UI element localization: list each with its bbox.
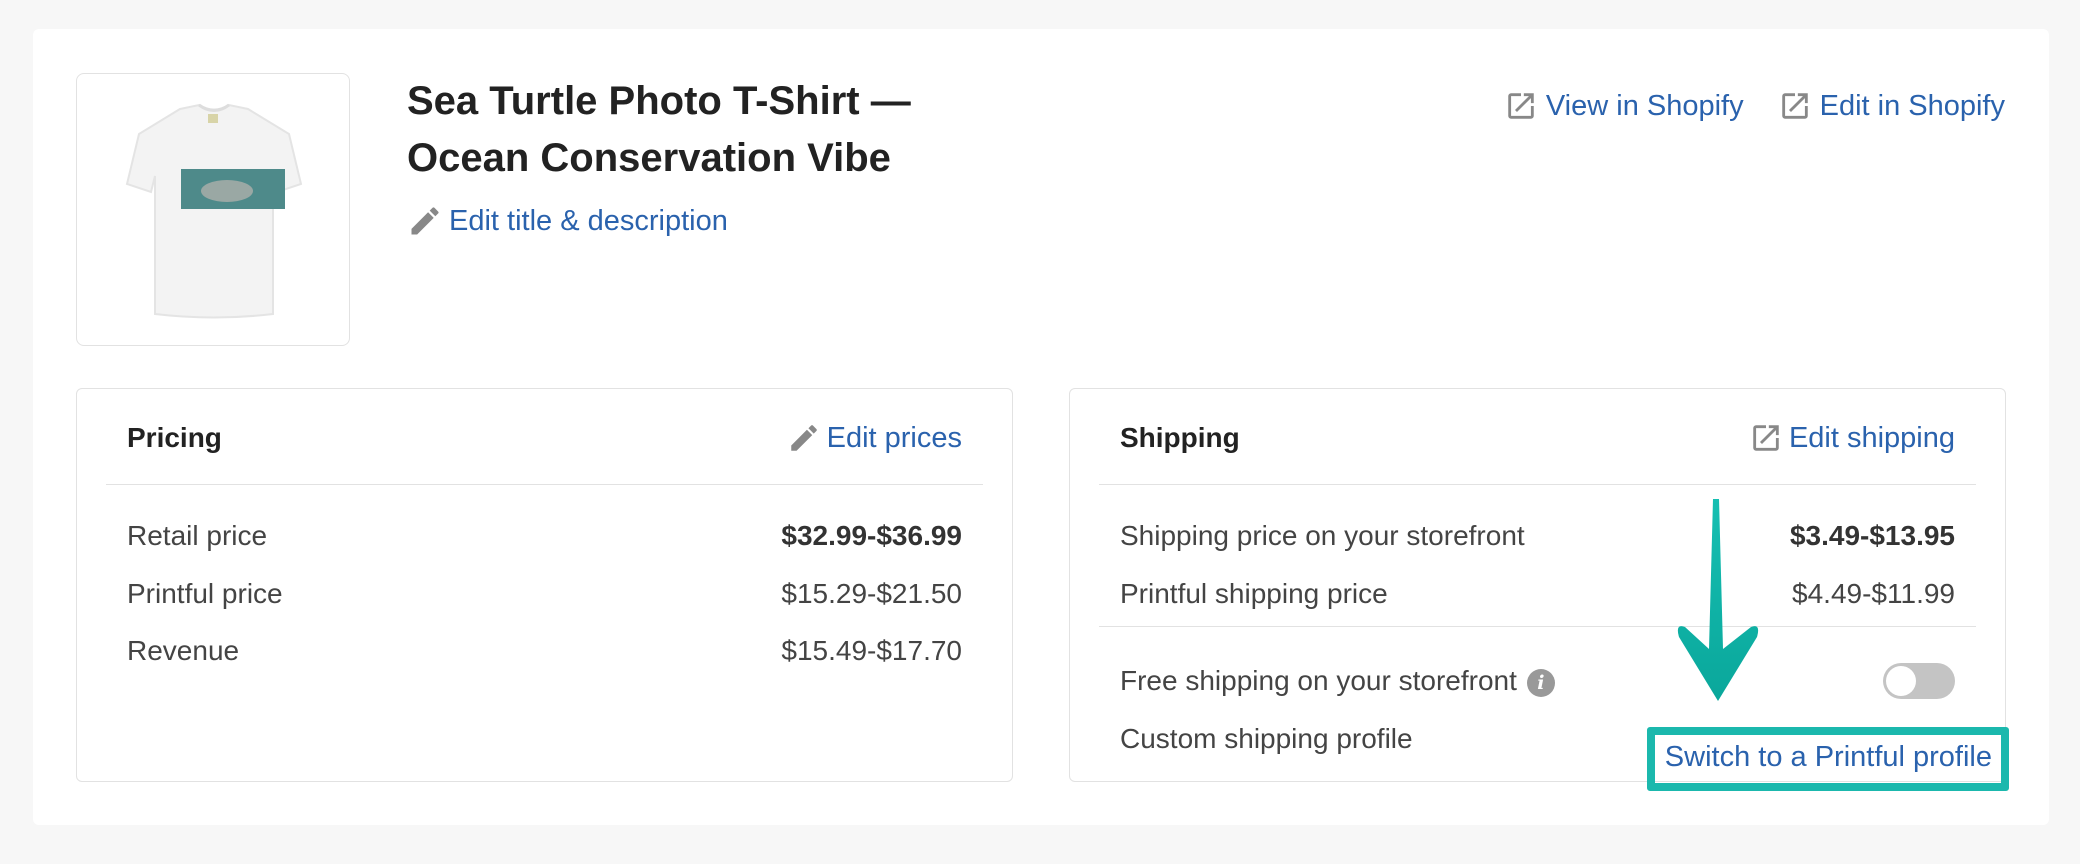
- printful-price-value: $15.29-$21.50: [781, 578, 962, 609]
- revenue-value: $15.49-$17.70: [781, 635, 962, 666]
- pricing-header: Pricing Edit prices: [106, 389, 983, 485]
- info-icon[interactable]: i: [1526, 668, 1555, 697]
- free-shipping-label: Free shipping on your storefront: [1120, 665, 1517, 696]
- pencil-icon: [790, 425, 817, 451]
- external-link-icon: [1781, 93, 1808, 119]
- pencil-icon: [411, 207, 439, 235]
- pricing-title: Pricing: [127, 422, 222, 453]
- storefront-shipping-label: Shipping price on your storefront: [1120, 520, 1525, 551]
- storefront-shipping-value: $3.49-$13.95: [1789, 520, 1955, 551]
- external-link-icon: [1753, 425, 1779, 451]
- pricing-panel: Pricing Edit prices Retail price $32.99-…: [76, 388, 1013, 782]
- external-link-icon: [1508, 93, 1534, 119]
- retail-price-value: $32.99-$36.99: [781, 520, 962, 551]
- printful-price-label: Printful price: [127, 578, 283, 609]
- shipping-row-printful: Printful shipping price $4.49-$11.99: [1120, 574, 1955, 614]
- view-in-shopify-link[interactable]: View in Shopify: [1504, 89, 1744, 123]
- edit-shipping-label: Edit shipping: [1788, 421, 1955, 454]
- printful-shipping-label: Printful shipping price: [1120, 578, 1388, 609]
- edit-prices-label: Edit prices: [826, 421, 962, 454]
- shipping-divider: [1099, 626, 1976, 627]
- switch-to-printful-profile-link[interactable]: Switch to a Printful profile: [1665, 741, 1992, 774]
- shipping-title: Shipping: [1120, 422, 1240, 453]
- custom-profile-label: Custom shipping profile: [1120, 723, 1413, 754]
- pricing-row-retail: Retail price $32.99-$36.99: [127, 516, 962, 556]
- edit-prices-link[interactable]: Edit prices: [787, 421, 962, 455]
- tshirt-image-icon: [125, 103, 303, 319]
- edit-shipping-link[interactable]: Edit shipping: [1749, 421, 1955, 455]
- pricing-row-printful: Printful price $15.29-$21.50: [127, 574, 962, 614]
- product-thumbnail[interactable]: [76, 73, 350, 346]
- view-in-shopify-label: View in Shopify: [1545, 89, 1744, 122]
- free-shipping-row: Free shipping on your storefront i: [1120, 661, 1955, 701]
- edit-in-shopify-label: Edit in Shopify: [1819, 89, 2005, 122]
- header-links: View in Shopify Edit in Shopify: [1504, 89, 2005, 123]
- free-shipping-toggle[interactable]: [1883, 663, 1955, 699]
- custom-profile-row: Custom shipping profile: [1120, 719, 1413, 759]
- edit-title-label: Edit title & description: [449, 204, 728, 237]
- retail-price-label: Retail price: [127, 520, 268, 551]
- shipping-panel: Shipping Edit shipping Shipping price on…: [1069, 388, 2006, 782]
- arrow-down-icon: [1677, 499, 1759, 701]
- toggle-knob: [1886, 666, 1916, 696]
- revenue-label: Revenue: [127, 635, 240, 666]
- product-title: Sea Turtle Photo T-Shirt — Ocean Conserv…: [407, 79, 911, 180]
- printful-shipping-value: $4.49-$11.99: [1792, 578, 1955, 609]
- edit-in-shopify-link[interactable]: Edit in Shopify: [1778, 89, 2005, 123]
- free-shipping-label-wrap: Free shipping on your storefront i: [1120, 665, 1555, 697]
- edit-title-link[interactable]: Edit title & description: [407, 203, 728, 239]
- pricing-row-revenue: Revenue $15.49-$17.70: [127, 631, 962, 671]
- product-card: Sea Turtle Photo T-Shirt — Ocean Conserv…: [33, 29, 2049, 825]
- shipping-row-storefront: Shipping price on your storefront $3.49-…: [1120, 516, 1955, 556]
- shipping-header: Shipping Edit shipping: [1099, 389, 1976, 485]
